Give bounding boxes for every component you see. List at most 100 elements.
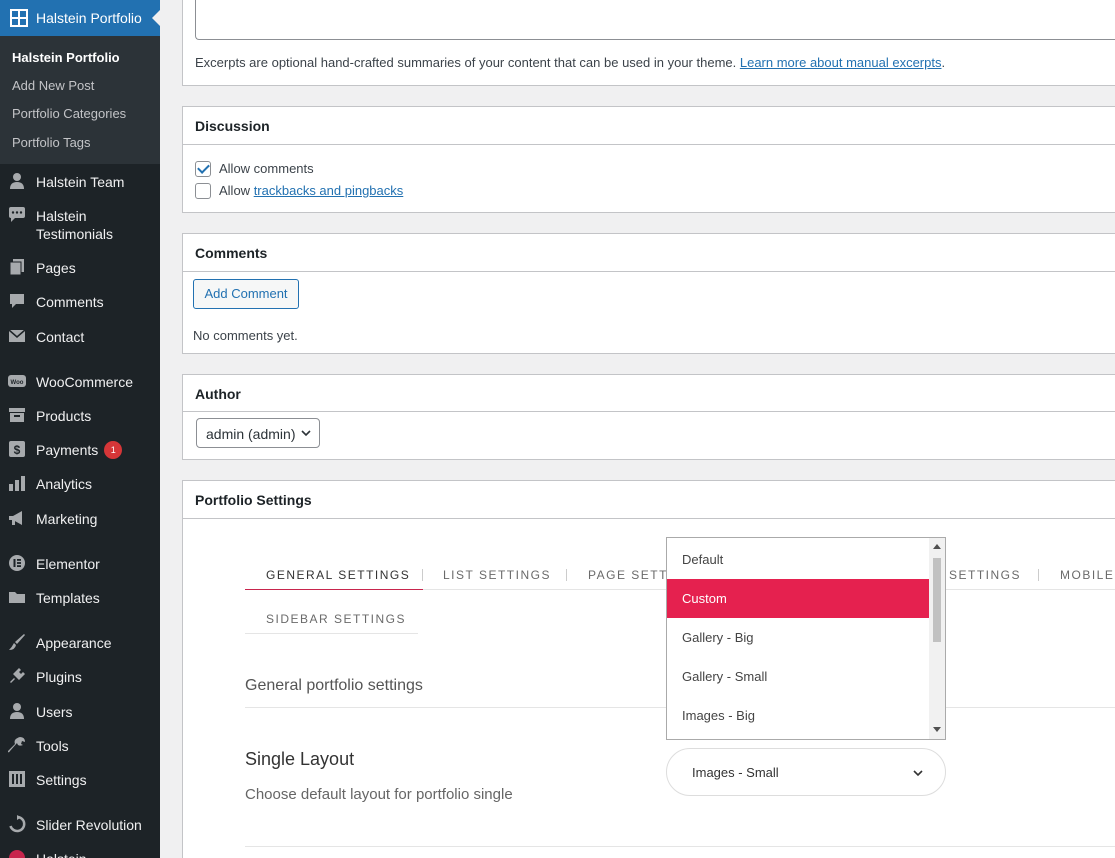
- tab-settings[interactable]: SETTINGS: [949, 568, 1021, 582]
- payments-label: Payments: [36, 442, 99, 458]
- dropdown-option-gallery-small[interactable]: Gallery - Small: [667, 657, 929, 696]
- tab-separator: [422, 569, 423, 581]
- comments-panel: Comments Add Comment No comments yet.: [182, 233, 1115, 354]
- submenu-portfolio-tags[interactable]: Portfolio Tags: [12, 135, 91, 150]
- submenu-add-new-post[interactable]: Add New Post: [12, 78, 94, 93]
- sidebar-item-label: Halstein: [36, 850, 87, 858]
- dropdown-scrollbar[interactable]: [929, 538, 945, 739]
- comment-icon: [10, 294, 24, 308]
- brush-icon: [9, 634, 25, 650]
- submenu-halstein-portfolio[interactable]: Halstein Portfolio: [12, 50, 120, 65]
- pages-icon: [9, 259, 24, 276]
- current-menu-arrow: [152, 10, 160, 26]
- sidebar-item-label: Products: [36, 408, 92, 424]
- portfolio-settings-title: Portfolio Settings: [195, 492, 312, 508]
- grid-icon: [10, 9, 28, 27]
- person-icon: [10, 173, 24, 189]
- archive-icon: [9, 408, 25, 422]
- allow-trackbacks-checkbox[interactable]: [195, 183, 211, 199]
- author-header: Author: [183, 375, 1115, 412]
- excerpt-help: Excerpts are optional hand-crafted summa…: [195, 55, 945, 70]
- submenu-portfolio-categories[interactable]: Portfolio Categories: [12, 106, 126, 121]
- tab-page-settings[interactable]: PAGE SETTI: [588, 568, 673, 582]
- sidebar-item-label: Contact: [36, 329, 85, 345]
- author-select[interactable]: admin (admin): [196, 418, 320, 448]
- sidebar-item-label: Tools: [36, 738, 69, 754]
- active-tab-underline: [245, 589, 423, 590]
- dropdown-option-custom[interactable]: Custom: [667, 579, 929, 618]
- sidebar-item-label: Appearance: [36, 635, 112, 651]
- portfolio-settings-header: Portfolio Settings: [183, 481, 1115, 519]
- scrollbar-thumb[interactable]: [933, 558, 941, 642]
- wrench-icon: [8, 737, 25, 753]
- tab-list-settings[interactable]: LIST SETTINGS: [443, 568, 551, 582]
- single-layout-select[interactable]: Images - Small: [666, 748, 946, 796]
- author-title: Author: [195, 386, 241, 402]
- tab-separator: [1038, 569, 1039, 581]
- svg-text:$: $: [14, 443, 21, 457]
- chevron-down-icon: [301, 430, 311, 437]
- single-layout-dropdown-list: Default Custom Gallery - Big Gallery - S…: [666, 537, 946, 740]
- sidebar-item-label: Plugins: [36, 669, 82, 685]
- excerpt-panel: Excerpts are optional hand-crafted summa…: [182, 0, 1115, 86]
- comments-title: Comments: [195, 245, 268, 261]
- dropdown-option-images-big[interactable]: Images - Big: [667, 696, 929, 735]
- sidebar-item-label: Slider Revolution: [36, 817, 142, 833]
- envelope-icon: [8, 329, 26, 342]
- portfolio-submenu: Halstein Portfolio Add New Post Portfoli…: [0, 36, 160, 164]
- allow-trackbacks-label: Allow trackbacks and pingbacks: [219, 183, 403, 198]
- menu-item-halstein-portfolio[interactable]: Halstein Portfolio: [0, 0, 160, 36]
- single-layout-label: Single Layout: [245, 749, 355, 769]
- dollar-icon: $: [9, 441, 25, 457]
- scroll-up-arrow-icon[interactable]: [933, 544, 941, 549]
- discussion-header: Discussion: [183, 107, 1115, 145]
- users-icon: [10, 703, 24, 719]
- sidebar-item-label: Templates: [36, 590, 100, 606]
- menu-item-label: Halstein Portfolio: [36, 10, 142, 26]
- sidebar-item-label: Payments 1: [36, 441, 123, 459]
- megaphone-icon: [9, 511, 22, 525]
- bar-chart-icon: [9, 476, 25, 491]
- learn-more-excerpts-link[interactable]: Learn more about manual excerpts: [740, 55, 942, 70]
- sidebar-item-label: Halstein Team: [36, 174, 125, 190]
- svg-text:Woo: Woo: [11, 380, 24, 386]
- sliders-icon: [9, 771, 25, 787]
- tab-mobile[interactable]: MOBILE: [1060, 568, 1114, 582]
- sidebar-item-label: Analytics: [36, 476, 93, 492]
- sidebar-item-label: Halstein: [36, 208, 87, 224]
- scroll-down-arrow-icon[interactable]: [933, 727, 941, 732]
- single-layout-selected-value: Images - Small: [692, 765, 779, 780]
- field-divider: [245, 846, 1115, 847]
- sidebar-item-label: Settings: [36, 772, 87, 788]
- dropdown-option-default[interactable]: Default: [667, 540, 929, 579]
- refresh-icon: [9, 815, 26, 833]
- author-selected-value: admin (admin): [206, 426, 296, 442]
- no-comments-text: No comments yet.: [193, 328, 298, 343]
- section-title: General portfolio settings: [245, 677, 423, 694]
- dropdown-option-gallery-big[interactable]: Gallery - Big: [667, 618, 929, 657]
- excerpt-help-text: Excerpts are optional hand-crafted summa…: [195, 55, 740, 70]
- tab-general-settings[interactable]: GENERAL SETTINGS: [266, 568, 410, 582]
- sidebar-item-label: Users: [36, 704, 73, 720]
- add-comment-button[interactable]: Add Comment: [193, 279, 299, 309]
- allow-comments-label: Allow comments: [219, 161, 314, 176]
- tabs-divider-row2: [245, 633, 418, 634]
- sidebar-item-label: Marketing: [36, 511, 98, 527]
- single-layout-description: Choose default layout for portfolio sing…: [245, 786, 513, 803]
- author-panel: Author admin (admin): [182, 374, 1115, 460]
- folder-icon: [9, 592, 25, 603]
- elementor-icon: [9, 555, 25, 571]
- trackbacks-link[interactable]: trackbacks and pingbacks: [254, 183, 404, 198]
- plug-icon: [10, 668, 25, 683]
- sidebar-item-label: Comments: [36, 294, 104, 310]
- sidebar-item-label: Pages: [36, 260, 76, 276]
- speech-bubble-icon: [9, 207, 25, 222]
- excerpt-help-end: .: [941, 55, 946, 70]
- tab-sidebar-settings[interactable]: SIDEBAR SETTINGS: [266, 612, 406, 626]
- chevron-down-icon: [913, 770, 923, 777]
- discussion-panel: Discussion Allow comments Allow trackbac…: [182, 106, 1115, 213]
- allow-comments-checkbox[interactable]: [195, 161, 211, 177]
- sidebar-item-label: Elementor: [36, 556, 100, 572]
- excerpt-textarea[interactable]: [195, 0, 1115, 40]
- woo-icon: Woo: [8, 375, 26, 387]
